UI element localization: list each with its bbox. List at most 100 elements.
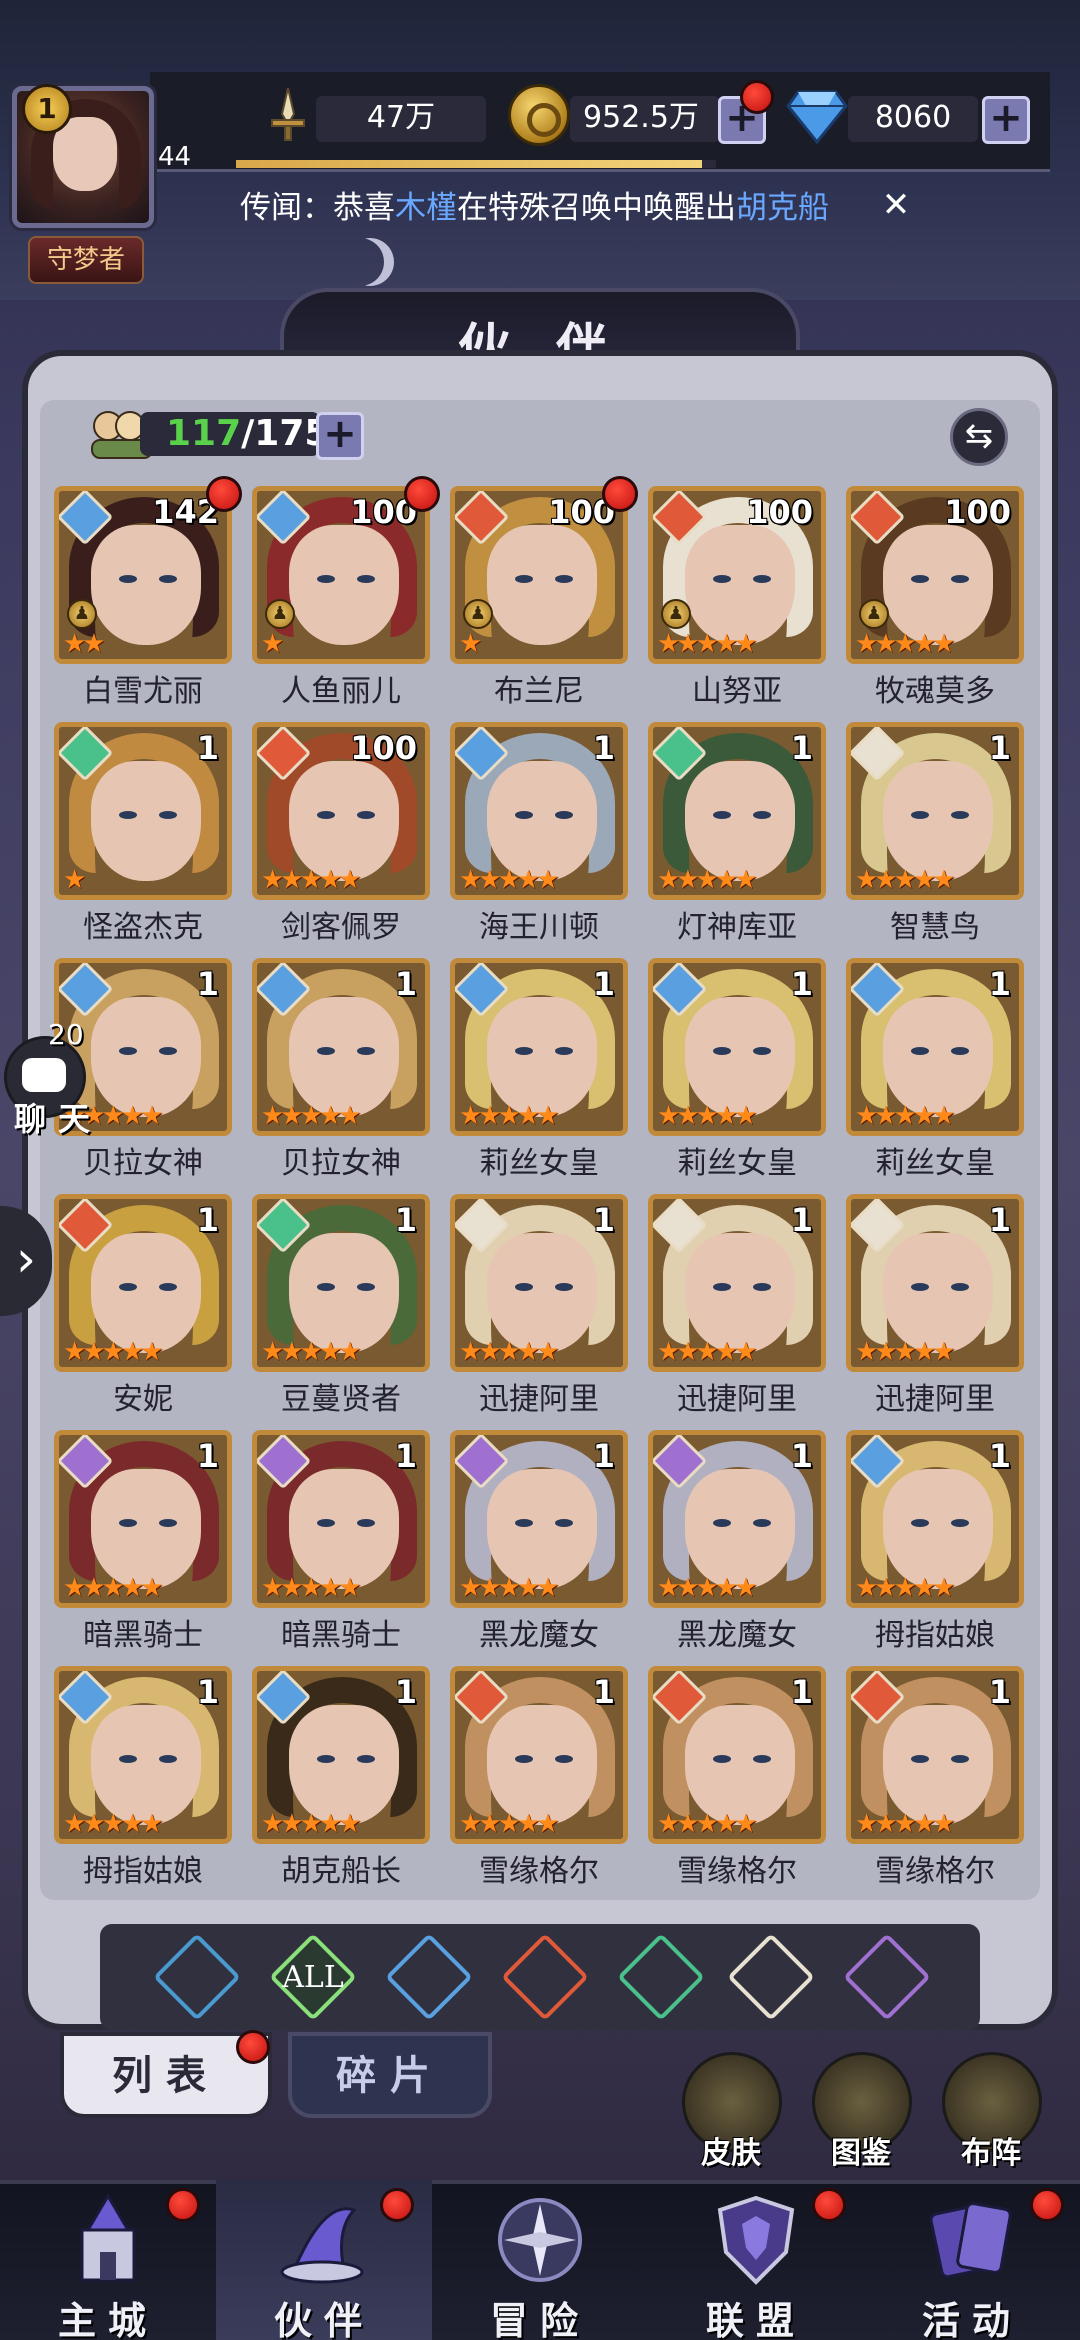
hero-portrait [289,525,399,645]
hero-eye [951,1283,969,1291]
hero-card[interactable]: 1 ★★★★★ [846,958,1024,1136]
hero-card[interactable]: 1 ★★★★★ [450,1194,628,1372]
rumor-ticker: 传闻：恭喜木槿在特殊召唤中唤醒出胡克船 [240,190,829,226]
nav-adventure[interactable]: 冒险 [432,2180,648,2340]
hero-card[interactable]: 1 ★★★★★ [252,1194,430,1372]
hero-level: 1 [988,1437,1011,1475]
hero-name: 暗黑骑士 [281,1618,401,1653]
hero-name: 暗黑骑士 [83,1618,203,1653]
hero-name: 白雪尤丽 [83,674,203,709]
hero-portrait [685,997,795,1117]
hero-notification-dot [206,476,242,512]
hero-card[interactable]: 1 ★★★★★ [54,1430,232,1608]
deployed-pawn-icon: ♟ [67,599,97,629]
hero-card[interactable]: 1 ★★★★★ [648,1666,826,1844]
hero-star-rating: ★★★★★ [63,1573,164,1603]
gold-value: 952.5万 [583,100,699,135]
hero-portrait [91,1469,201,1589]
hero-card[interactable]: 1 ★★★★★ [450,1666,628,1844]
nav-alliance-dot [812,2188,846,2222]
hero-eye [753,575,771,583]
player-level: 44 [158,142,192,172]
hero-portrait [91,997,201,1117]
hero-name: 拇指姑娘 [83,1854,203,1889]
gold-notification-dot [740,80,774,114]
hero-star-rating: ★★★★★ [261,1337,362,1367]
add-diamond-button[interactable]: + [982,96,1030,144]
codex-label: 图鉴 [831,2136,891,2171]
hero-notification-dot [404,476,440,512]
hero-name: 剑客佩罗 [281,910,401,945]
hero-eye [515,1047,533,1055]
hero-card[interactable]: 1 ★★★★★ [54,1666,232,1844]
hero-eye [555,1047,573,1055]
hero-card[interactable]: 100 ★★★★★ [252,722,430,900]
hero-card[interactable]: 100 ★ ♟ [252,486,430,664]
hero-portrait [289,1233,399,1353]
hero-level: 1 [196,1673,219,1711]
nav-events-dot [1030,2188,1064,2222]
hero-card[interactable]: 142 ★★ ♟ [54,486,232,664]
hero-card[interactable]: 1 ★★★★★ [846,1194,1024,1372]
sword-icon [271,87,305,141]
hero-card[interactable]: 1 ★★★★★ [648,1194,826,1372]
hero-card[interactable]: 1 ★★★★★ [648,958,826,1136]
hero-portrait [487,1469,597,1589]
hero-star-rating: ★★★★★ [261,1101,362,1131]
deployed-pawn-icon: ♟ [661,599,691,629]
hero-card[interactable]: 1 ★★★★★ [450,958,628,1136]
power-value: 47万 [366,100,436,135]
hero-star-rating: ★★★★★ [459,1573,560,1603]
player-title[interactable]: 守梦者 [28,236,144,284]
hero-level: 1 [988,1673,1011,1711]
deployed-pawn-icon: ♟ [463,599,493,629]
deployed-pawn-icon: ♟ [265,599,295,629]
compass-star-icon [498,2198,582,2282]
hero-eye [357,811,375,819]
hero-card[interactable]: 1 ★★★★★ [648,722,826,900]
hero-name: 怪盗杰克 [83,910,203,945]
hero-card[interactable]: 1 ★★★★★ [846,1666,1024,1844]
hero-level: 1 [592,965,615,1003]
skin-label: 皮肤 [701,2136,761,2171]
hero-card[interactable]: 1 ★★★★★ [54,1194,232,1372]
hero-star-rating: ★★★★★ [657,1809,758,1839]
hero-name: 迅捷阿里 [875,1382,995,1417]
hero-star-rating: ★ [63,865,86,895]
expand-capacity-button[interactable]: + [316,412,364,460]
hero-eye [911,1047,929,1055]
hero-name: 智慧鸟 [890,910,980,945]
hero-card[interactable]: 1 ★★★★★ [252,958,430,1136]
hero-card[interactable]: 1 ★★★★★ [252,1666,430,1844]
hero-portrait [487,525,597,645]
hero-star-rating: ★★★★★ [657,1573,758,1603]
tab-fragments[interactable]: 碎片 [288,2032,492,2118]
hero-card[interactable]: 1 ★ [54,722,232,900]
hero-level: 1 [196,729,219,767]
hero-card[interactable]: 1 ★★★★★ [450,1430,628,1608]
hero-card[interactable]: 1 ★★★★★ [846,1430,1024,1608]
hero-card[interactable]: 1 ★★★★★ [846,722,1024,900]
hero-card[interactable]: 1 ★★★★★ [450,722,628,900]
hero-eye [713,575,731,583]
rumor-hero: 胡克船 [736,190,829,226]
hero-portrait [487,1233,597,1353]
hero-name: 拇指姑娘 [875,1618,995,1653]
close-icon[interactable]: ✕ [878,188,914,224]
hero-card[interactable]: 1 ★★★★★ [252,1430,430,1608]
hero-star-rating: ★★★★★ [855,1809,956,1839]
hero-eye [951,1047,969,1055]
hero-card[interactable]: 100 ★★★★★ ♟ [648,486,826,664]
castle-icon [80,2193,136,2282]
hero-card[interactable]: 100 ★★★★★ ♟ [846,486,1024,664]
hero-card[interactable]: 100 ★ ♟ [450,486,628,664]
hero-card[interactable]: 1 ★★★★★ [648,1430,826,1608]
hero-star-rating: ★★★★★ [63,1809,164,1839]
hero-star-rating: ★★★★★ [459,1337,560,1367]
deployed-pawn-icon: ♟ [859,599,889,629]
sort-toggle-button[interactable]: ⇆ [950,408,1008,466]
hero-eye [713,811,731,819]
hero-eye [515,575,533,583]
hero-star-rating: ★★★★★ [261,1573,362,1603]
hero-name: 莉丝女皇 [875,1146,995,1181]
